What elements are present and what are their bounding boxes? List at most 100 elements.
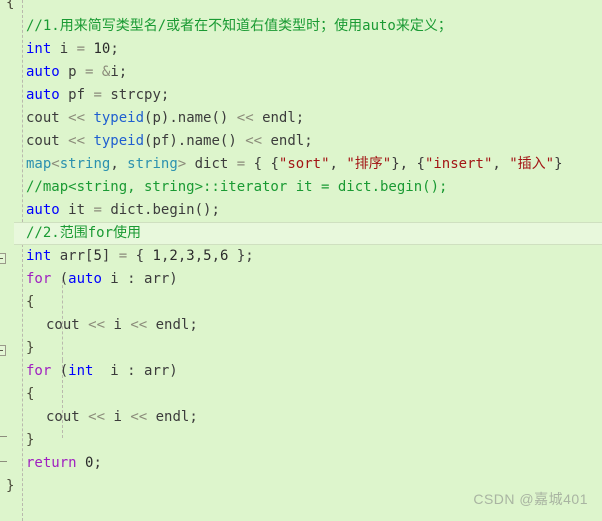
code-token: i : arr) <box>93 363 178 379</box>
code-token: << <box>236 110 254 126</box>
code-token: endl <box>262 110 296 126</box>
code-token: << <box>68 133 86 149</box>
code-token: "insert" <box>424 156 493 172</box>
code-line[interactable]: cout << typeid(p).name() << endl; <box>26 107 304 130</box>
code-token: << <box>88 317 106 333</box>
code-line[interactable]: auto it = dict.begin(); <box>26 199 220 222</box>
code-token: strcpy <box>110 87 161 103</box>
code-line[interactable]: map<string, string> dict = { {"sort", "排… <box>26 153 563 176</box>
code-line[interactable]: } <box>6 475 14 498</box>
code-token: auto <box>26 202 60 218</box>
code-line[interactable]: //1.用来简写类型名/或者在不知道右值类型时；使用auto来定义； <box>26 15 452 38</box>
code-token: typeid <box>93 133 145 149</box>
code-token: = <box>236 156 246 172</box>
code-line[interactable]: for (auto i : arr) <box>26 268 178 291</box>
code-token: { <box>127 248 153 264</box>
code-token: cout <box>46 317 80 333</box>
code-token: { <box>26 294 35 310</box>
code-token: , <box>211 248 220 264</box>
code-line[interactable]: auto p = &i; <box>26 61 127 84</box>
code-token: , <box>177 248 187 264</box>
code-token: auto <box>68 271 102 287</box>
code-token: ; <box>304 133 313 149</box>
code-token: << <box>130 317 148 333</box>
code-line[interactable]: int i = 10; <box>26 38 119 61</box>
code-token: ; <box>160 87 170 103</box>
code-token: i : arr) <box>101 271 178 287</box>
code-token: endl <box>270 133 305 149</box>
code-token: ; <box>189 317 198 333</box>
code-line[interactable]: cout << i << endl; <box>46 314 198 337</box>
code-token: } <box>554 156 563 172</box>
code-token: 5 <box>93 248 102 264</box>
code-token: ; <box>118 64 128 80</box>
code-token: } <box>26 432 35 448</box>
code-token: cout <box>26 110 60 126</box>
fold-toggle-for-auto[interactable] <box>0 253 6 264</box>
fold-tick-lower <box>0 461 7 462</box>
code-token: << <box>68 110 86 126</box>
code-token: << <box>245 133 263 149</box>
code-line[interactable]: cout << i << endl; <box>46 406 198 429</box>
code-token: , <box>329 156 347 172</box>
code-token: 10 <box>93 41 111 57</box>
code-line[interactable]: { <box>26 291 34 314</box>
code-line[interactable]: { <box>26 383 34 406</box>
code-editor[interactable]: {//1.用来简写类型名/或者在不知道右值类型时；使用auto来定义； int i… <box>0 0 602 521</box>
code-token: i <box>113 409 122 425</box>
code-token: name <box>186 133 220 149</box>
code-line[interactable]: //map<string, string>::iterator it = dic… <box>26 176 447 199</box>
code-line[interactable]: int arr[5] = { 1,2,3,5,6 }; <box>26 245 254 268</box>
code-token: (); <box>194 202 220 218</box>
code-token: 2 <box>169 248 178 264</box>
code-token: string <box>59 156 111 172</box>
code-token: }, { <box>391 156 425 172</box>
code-token: int <box>68 363 94 379</box>
code-token: cout <box>46 409 80 425</box>
code-token: string <box>127 156 178 172</box>
code-token: i <box>113 317 122 333</box>
code-token: } <box>6 478 15 494</box>
code-token: << <box>130 409 148 425</box>
code-line[interactable]: cout << typeid(pf).name() << endl; <box>26 130 313 153</box>
code-line[interactable]: for (int i : arr) <box>26 360 178 383</box>
code-token: int <box>26 41 52 57</box>
code-line[interactable]: { <box>6 0 14 15</box>
code-token: "排序" <box>346 156 392 172</box>
code-token: ). <box>169 133 187 149</box>
code-token: }; <box>228 248 254 264</box>
code-token: { <box>26 386 35 402</box>
code-line[interactable]: //2.范围for使用 <box>26 222 141 245</box>
code-token: int <box>26 248 52 264</box>
code-token: ). <box>160 110 178 126</box>
code-token: auto <box>26 64 60 80</box>
code-token: p <box>152 110 161 126</box>
code-token: 5 <box>203 248 212 264</box>
csdn-watermark: CSDN @嘉城401 <box>473 491 588 507</box>
code-token: map <box>26 156 52 172</box>
code-line[interactable]: return 0; <box>26 452 102 475</box>
code-token: ( <box>51 363 69 379</box>
code-token: () <box>219 133 237 149</box>
code-token: endl <box>155 409 190 425</box>
code-token: //map<string, string>::iterator it = dic… <box>26 179 448 195</box>
code-token: > <box>177 156 187 172</box>
code-token: 1 <box>152 248 161 264</box>
fold-toggle-for-int[interactable] <box>0 345 6 356</box>
fold-tick-upper <box>0 436 7 437</box>
code-token: = <box>93 202 102 218</box>
code-token: typeid <box>93 110 145 126</box>
code-line[interactable]: } <box>26 337 34 360</box>
code-token: endl <box>155 317 190 333</box>
code-token: 3 <box>186 248 195 264</box>
code-token: << <box>88 409 106 425</box>
code-line[interactable]: auto pf = strcpy; <box>26 84 169 107</box>
code-token: , <box>492 156 510 172</box>
code-line[interactable]: } <box>26 429 34 452</box>
code-token: return <box>26 455 77 471</box>
